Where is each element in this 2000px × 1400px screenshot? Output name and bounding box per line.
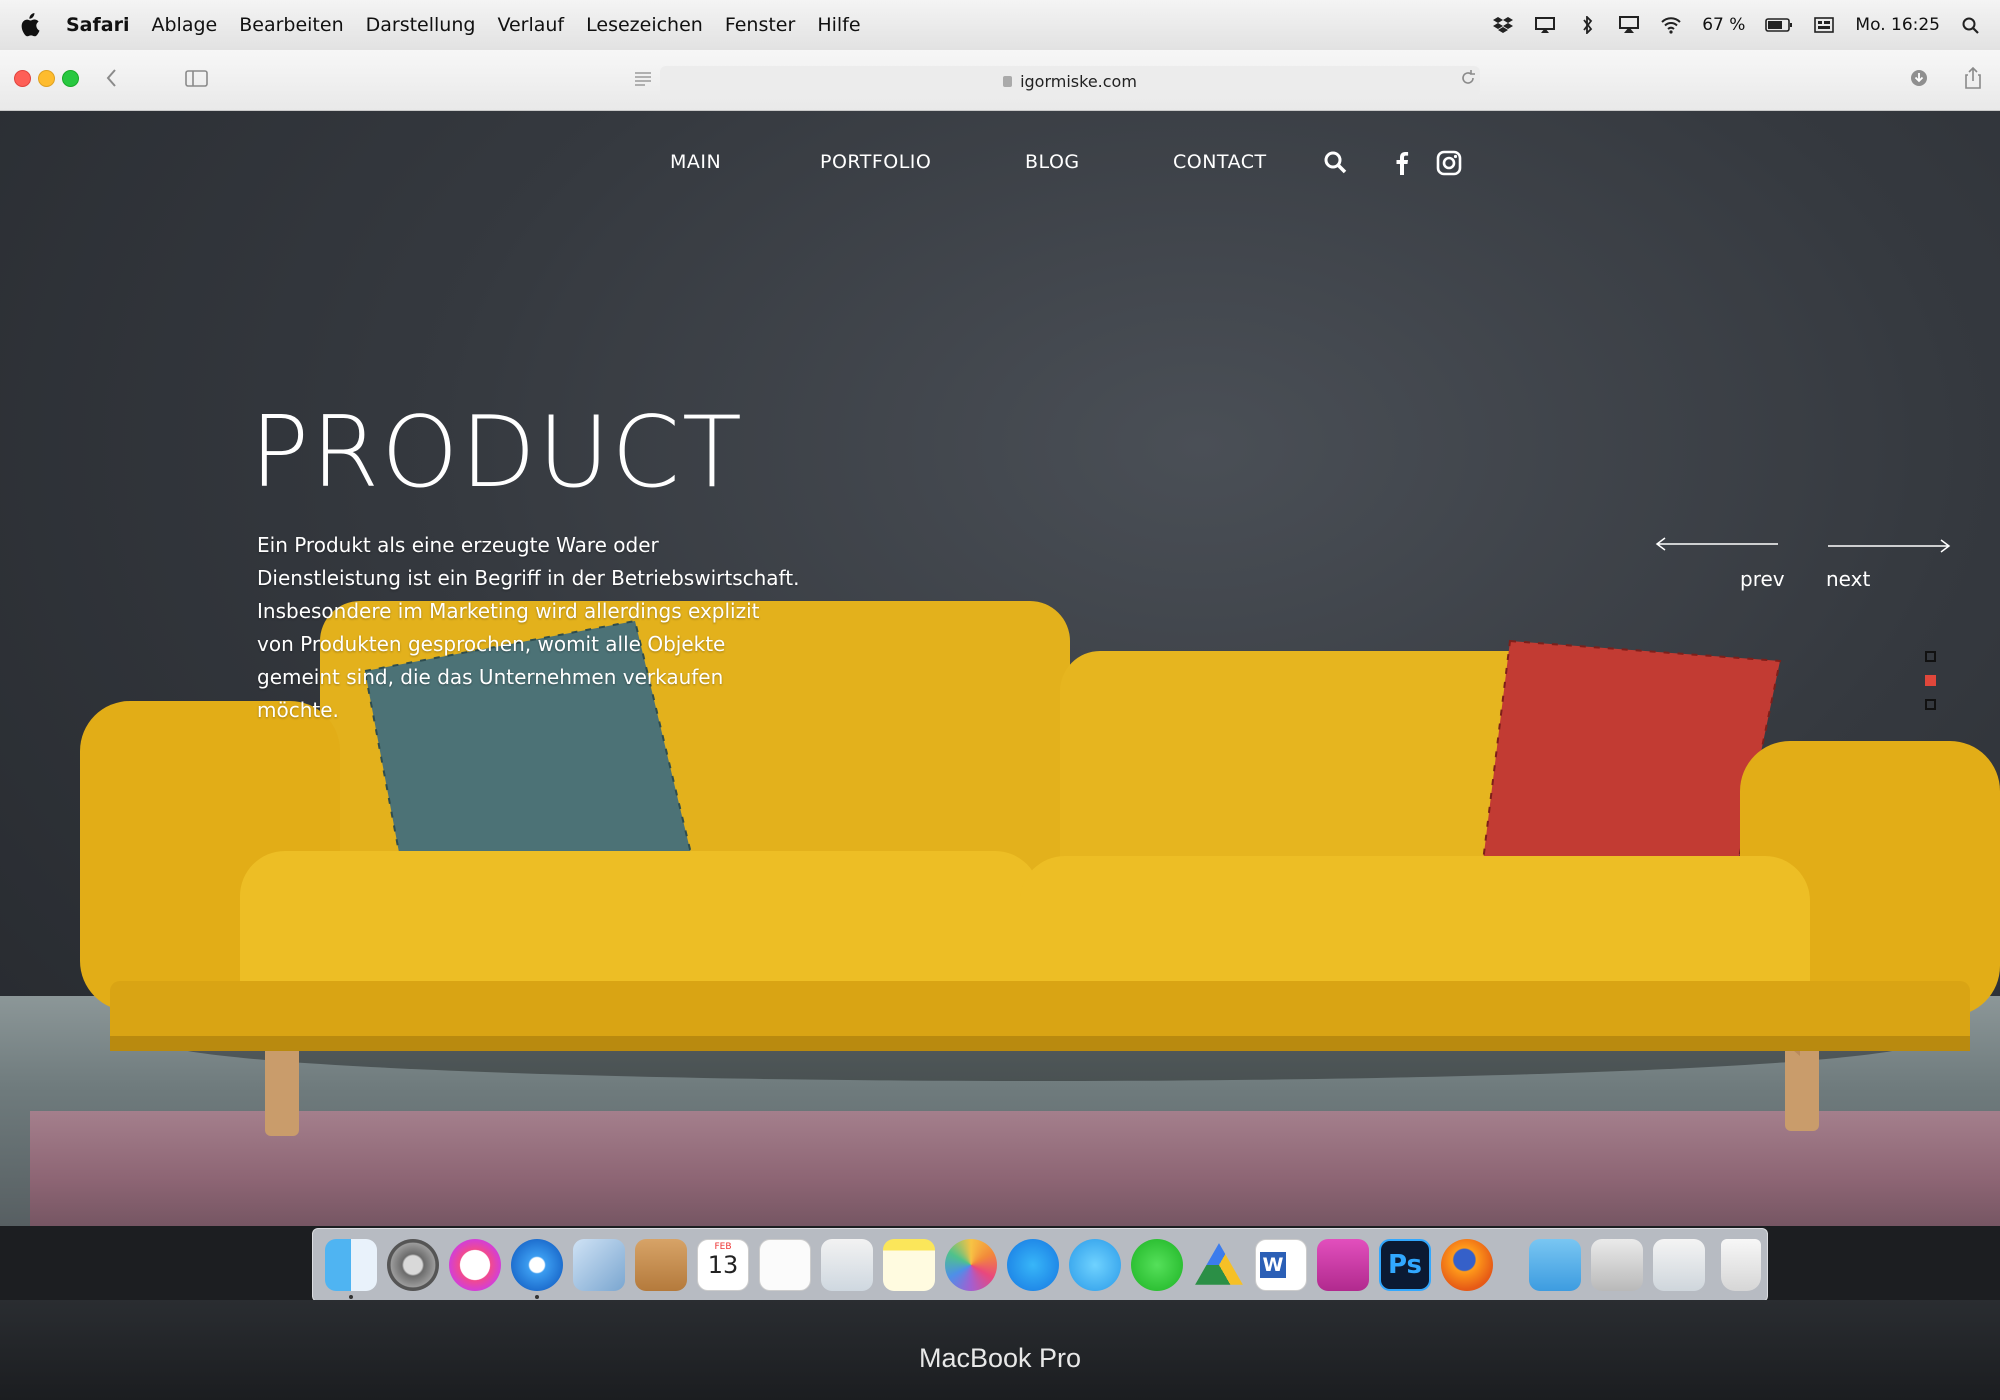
arrow-left-icon (1655, 537, 1778, 551)
wifi-icon[interactable] (1660, 16, 1682, 34)
menu-fenster[interactable]: Fenster (725, 14, 795, 36)
dock-trash-icon[interactable] (1721, 1239, 1761, 1291)
calendar-day: 13 (707, 1251, 739, 1279)
running-indicator (349, 1295, 353, 1299)
nav-portfolio[interactable]: PORTFOLIO (820, 151, 931, 173)
nav-main[interactable]: MAIN (670, 151, 721, 173)
menu-ablage[interactable]: Ablage (151, 14, 217, 36)
menu-bearbeiten[interactable]: Bearbeiten (239, 14, 343, 36)
clock[interactable]: Mo. 16:25 (1855, 15, 1940, 35)
bluetooth-icon[interactable] (1576, 16, 1598, 34)
window-zoom-button[interactable] (62, 70, 79, 87)
dock-google-drive-icon[interactable] (1195, 1243, 1243, 1285)
dock-app-store-icon[interactable] (1007, 1239, 1059, 1291)
dock: FEB 13 W Ps (312, 1228, 1768, 1302)
apple-icon[interactable] (18, 13, 40, 37)
address-bar[interactable]: igormiske.com (660, 66, 1480, 96)
dock-downloads-stack-icon[interactable] (1653, 1239, 1705, 1291)
dropbox-icon[interactable] (1492, 16, 1514, 34)
airplay-icon[interactable] (1618, 16, 1640, 34)
slider-pagination (1925, 651, 1939, 723)
dock-applications-folder-icon[interactable] (1529, 1239, 1581, 1291)
dock-photo-booth-icon[interactable] (1317, 1239, 1369, 1291)
dock-safari-icon[interactable] (511, 1239, 563, 1299)
dock-notes-icon[interactable] (883, 1239, 935, 1291)
nav-contact[interactable]: CONTACT (1173, 151, 1267, 173)
slider-dot-active[interactable] (1925, 675, 1936, 686)
dock-photoshop-icon[interactable]: Ps (1379, 1239, 1431, 1291)
dock-contacts-icon[interactable] (635, 1239, 687, 1291)
dock-finder-icon[interactable] (325, 1239, 377, 1299)
slider-next-label: next (1826, 567, 1871, 591)
slider-dot[interactable] (1925, 651, 1936, 662)
slider-next-button[interactable]: next (1826, 537, 1951, 597)
slider-dot[interactable] (1925, 699, 1936, 710)
address-bar-url: igormiske.com (1020, 71, 1137, 91)
menu-hilfe[interactable]: Hilfe (817, 14, 860, 36)
menu-lesezeichen[interactable]: Lesezeichen (586, 14, 703, 36)
lock-icon (1003, 75, 1013, 87)
site-nav: MAIN PORTFOLIO BLOG CONTACT (0, 149, 2000, 201)
hero-description-line: von Produkten gesprochen, womit alle Obj… (257, 632, 726, 656)
website-hero: MAIN PORTFOLIO BLOG CONTACT PRODUCT Ein … (0, 111, 2000, 1226)
hero-description-line: Ein Produkt als eine erzeugte Ware oder (257, 533, 659, 557)
menu-darstellung[interactable]: Darstellung (366, 14, 476, 36)
hero-title: PRODUCT (250, 396, 744, 510)
dock-photos-icon[interactable] (945, 1239, 997, 1291)
hero-description: Ein Produkt als eine erzeugte Ware oder … (257, 529, 817, 727)
dock-documents-stack-icon[interactable] (1591, 1239, 1643, 1291)
slider-prev-button[interactable]: prev (1655, 537, 1785, 597)
dock-system-preferences-icon[interactable] (387, 1239, 439, 1291)
search-icon[interactable] (1322, 149, 1350, 177)
display-mirror-icon[interactable] (1534, 16, 1556, 34)
reader-view-icon[interactable] (632, 64, 654, 92)
input-source-icon[interactable] (1813, 16, 1835, 34)
hero-description-line: Insbesondere im Marketing wird allerding… (257, 599, 760, 623)
menu-app-name[interactable]: Safari (66, 14, 129, 36)
dock-preview-icon[interactable] (821, 1239, 873, 1291)
spotlight-search-icon[interactable] (1960, 16, 1982, 34)
window-minimize-button[interactable] (38, 70, 55, 87)
dock-reminders-icon[interactable] (759, 1239, 811, 1291)
browser-toolbar: igormiske.com (0, 50, 2000, 111)
nav-blog[interactable]: BLOG (1025, 151, 1080, 173)
dock-messages-icon[interactable] (1069, 1239, 1121, 1291)
dock-mail-icon[interactable] (573, 1239, 625, 1291)
device-brand-label: MacBook Pro (918, 1343, 1082, 1373)
battery-percentage: 67 % (1702, 15, 1746, 35)
facebook-icon[interactable] (1388, 149, 1416, 177)
hero-description-line: möchte. (257, 698, 339, 722)
menu-verlauf[interactable]: Verlauf (497, 14, 564, 36)
dock-calendar-icon[interactable]: FEB 13 (697, 1239, 749, 1291)
window-close-button[interactable] (14, 70, 31, 87)
menu-bar: Safari Ablage Bearbeiten Darstellung Ver… (0, 0, 2000, 50)
hero-description-line: Dienstleistung ist ein Begriff in der Be… (257, 566, 800, 590)
word-letter: W (1260, 1252, 1286, 1278)
running-indicator (535, 1295, 539, 1299)
dock-wechat-icon[interactable] (1131, 1239, 1183, 1291)
slider-prev-label: prev (1740, 567, 1785, 591)
back-icon[interactable] (102, 64, 122, 92)
share-icon[interactable] (1962, 64, 1984, 92)
hero-description-line: gemeint sind, die das Unternehmen verkau… (257, 665, 724, 689)
downloads-icon[interactable] (1908, 64, 1930, 92)
status-area: 67 % Mo. 16:25 (1492, 15, 1982, 35)
dock-itunes-icon[interactable] (449, 1239, 501, 1291)
sidebar-toggle-icon[interactable] (184, 64, 210, 92)
instagram-icon[interactable] (1435, 149, 1463, 177)
reload-icon[interactable] (1458, 64, 1478, 92)
arrow-right-icon (1828, 539, 1951, 553)
dock-firefox-icon[interactable] (1441, 1239, 1493, 1291)
dock-word-icon[interactable]: W (1255, 1239, 1307, 1291)
battery-icon[interactable] (1765, 16, 1793, 34)
